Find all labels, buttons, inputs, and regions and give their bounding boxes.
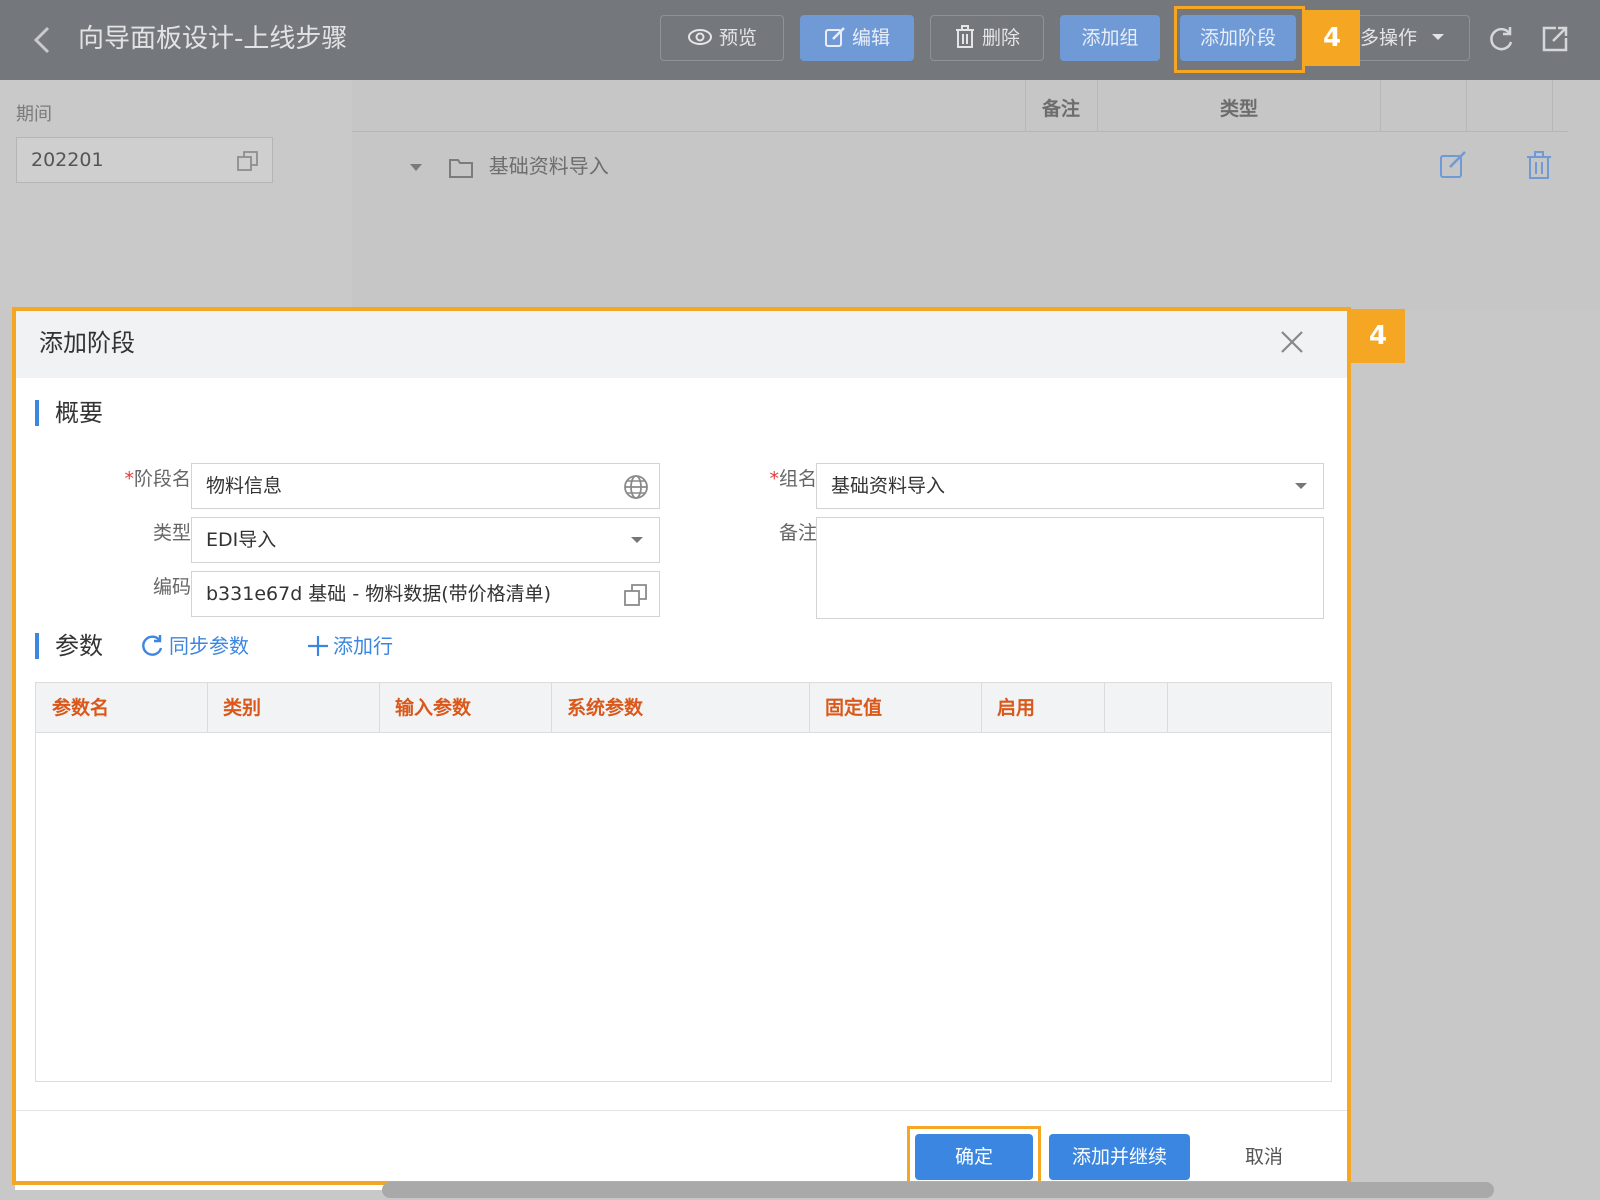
eye-icon — [687, 28, 712, 45]
grid-column-type[interactable]: 类型 — [1220, 94, 1258, 121]
dialog-title: 添加阶段 — [39, 329, 135, 357]
group-name-label: *组名 — [769, 468, 817, 490]
trash-icon — [955, 24, 974, 48]
copy-icon[interactable] — [236, 149, 260, 173]
caret-down-icon — [1295, 483, 1307, 489]
edit-icon — [824, 26, 845, 47]
horizontal-scrollbar[interactable] — [382, 1182, 1494, 1198]
add-stage-highlight — [1174, 6, 1305, 73]
caret-down-icon — [1432, 33, 1445, 40]
add-and-continue-button[interactable]: 添加并继续 — [1049, 1134, 1190, 1180]
page-title: 向导面板设计-上线步骤 — [78, 24, 348, 54]
expand-caret-icon[interactable] — [410, 164, 422, 171]
code-label: 编码 — [152, 576, 191, 598]
stage-name-input[interactable]: 物料信息 — [191, 463, 660, 509]
sync-params-label: 同步参数 — [169, 634, 249, 658]
code-input[interactable]: b331e67d 基础 - 物料数据(带价格清单) — [191, 571, 660, 617]
globe-icon[interactable] — [623, 474, 649, 500]
type-select[interactable]: EDI导入 — [191, 517, 660, 563]
left-filter-panel — [0, 80, 352, 310]
period-label: 期间 — [16, 104, 52, 125]
dialog-callout-badge: 4 — [1351, 309, 1405, 363]
stage-name-label-text: 阶段名 — [133, 468, 191, 490]
param-col-name[interactable]: 参数名 — [36, 683, 109, 733]
chevron-left-icon[interactable] — [30, 24, 56, 56]
delete-button-label: 删除 — [981, 27, 1020, 49]
group-name-label-text: 组名 — [778, 468, 817, 490]
grid-column-remark[interactable]: 备注 — [1042, 94, 1080, 121]
add-stage-dialog: 添加阶段 概要 *阶段名 物料信息 *组名 基础资料导入 类型 EDI导入 备注… — [15, 310, 1348, 1192]
plus-icon — [308, 636, 328, 656]
dialog-header: 添加阶段 — [15, 310, 1348, 378]
dialog-footer: 确定 添加并继续 取消 — [15, 1110, 1348, 1192]
close-icon[interactable] — [1278, 328, 1306, 356]
code-value: b331e67d 基础 - 物料数据(带价格清单) — [206, 583, 552, 605]
param-col-system[interactable]: 系统参数 — [551, 683, 643, 733]
group-name-select[interactable]: 基础资料导入 — [816, 463, 1324, 509]
params-table-header: 参数名 类别 输入参数 系统参数 固定值 启用 — [36, 683, 1331, 733]
grid-header: 备注 类型 — [352, 80, 1568, 132]
sync-icon — [142, 635, 163, 656]
stage-name-value: 物料信息 — [206, 475, 283, 497]
type-label: 类型 — [152, 522, 191, 544]
tree-row-group[interactable]: 基础资料导入 — [410, 150, 609, 179]
params-section-title: 参数 — [35, 633, 103, 659]
header-bar: 向导面板设计-上线步骤 预览 编辑 删除 添加组 添加阶段 4 多操作 — [0, 0, 1600, 80]
more-actions-dropdown[interactable]: 多操作 — [1360, 15, 1470, 61]
params-table: 参数名 类别 输入参数 系统参数 固定值 启用 — [35, 682, 1332, 1082]
step-callout-badge: 4 — [1304, 10, 1360, 66]
tree-row-label: 基础资料导入 — [488, 154, 609, 178]
delete-button[interactable]: 删除 — [930, 15, 1044, 61]
caret-down-icon — [631, 537, 643, 543]
period-input[interactable]: 202201 — [16, 137, 273, 183]
remark-textarea[interactable] — [816, 517, 1324, 619]
edit-button-label: 编辑 — [851, 27, 890, 49]
group-name-value: 基础资料导入 — [831, 475, 946, 497]
param-col-enabled[interactable]: 启用 — [981, 683, 1035, 733]
preview-button[interactable]: 预览 — [660, 15, 784, 61]
row-edit-icon[interactable] — [1438, 150, 1468, 180]
edit-button[interactable]: 编辑 — [800, 15, 914, 61]
type-value: EDI导入 — [206, 529, 277, 551]
refresh-icon[interactable] — [1486, 24, 1516, 54]
row-delete-icon[interactable] — [1524, 150, 1554, 180]
add-group-button[interactable]: 添加组 — [1060, 15, 1160, 61]
param-col-input[interactable]: 输入参数 — [379, 683, 471, 733]
folder-icon — [449, 158, 474, 178]
add-row-button[interactable]: 添加行 — [307, 632, 393, 660]
stage-name-label: *阶段名 — [124, 468, 191, 490]
export-icon[interactable] — [1540, 24, 1570, 54]
sync-params-button[interactable]: 同步参数 — [139, 632, 249, 660]
add-row-label: 添加行 — [333, 634, 393, 658]
overview-section-title: 概要 — [35, 400, 103, 426]
remark-label: 备注 — [778, 522, 817, 544]
param-col-fixed[interactable]: 固定值 — [809, 683, 882, 733]
cancel-button[interactable]: 取消 — [1209, 1134, 1319, 1180]
period-value: 202201 — [31, 149, 104, 171]
param-col-category[interactable]: 类别 — [207, 683, 261, 733]
more-actions-label: 多操作 — [1360, 27, 1418, 49]
copy-icon[interactable] — [623, 582, 649, 608]
preview-button-label: 预览 — [718, 27, 757, 49]
